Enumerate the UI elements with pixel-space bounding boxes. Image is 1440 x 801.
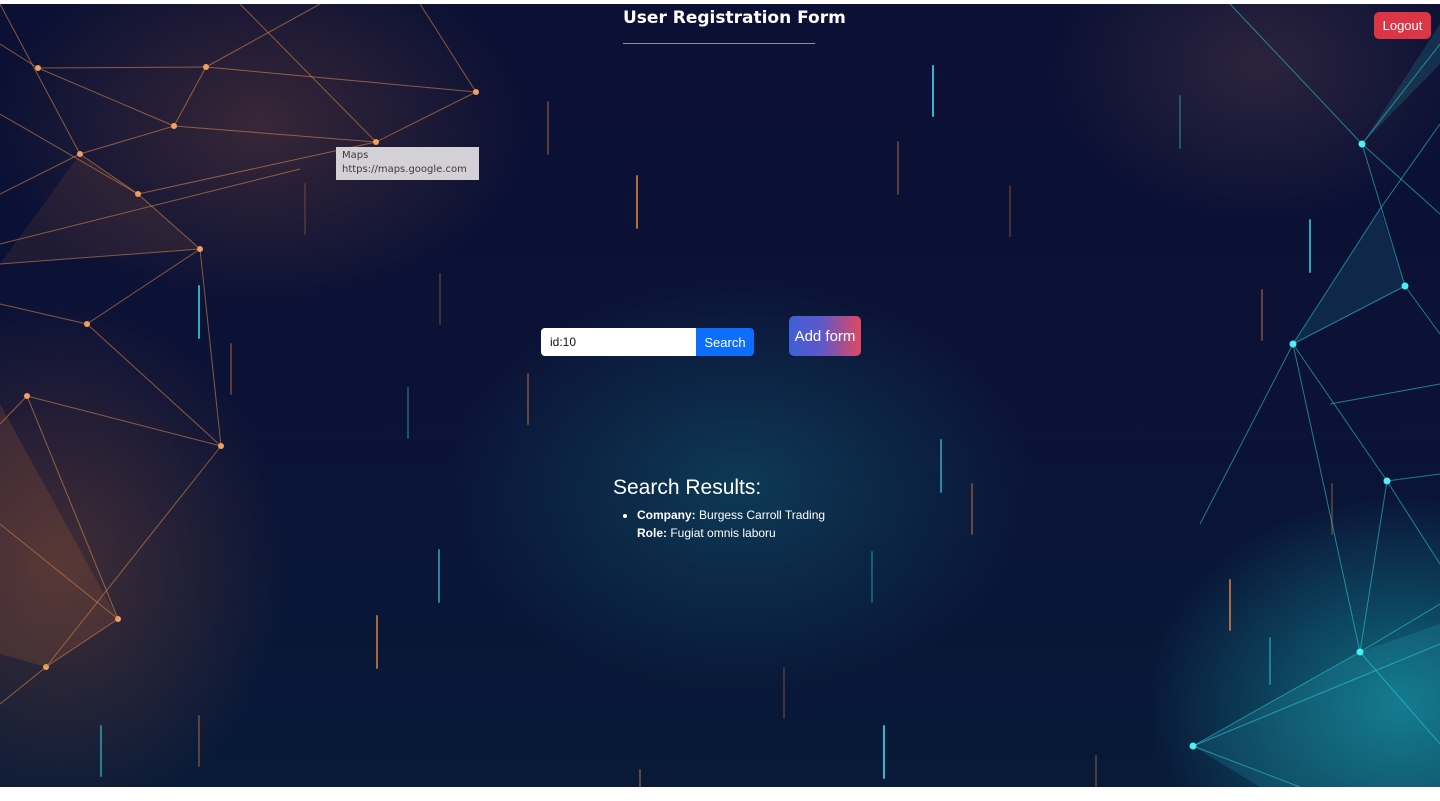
logout-button[interactable]: Logout: [1374, 12, 1431, 39]
search-results-list: Company: Burgess Carroll Trading Role: F…: [613, 506, 825, 542]
tooltip-title: Maps: [342, 150, 369, 161]
tooltip-url: https://maps.google.com: [342, 164, 467, 175]
search-results-heading: Search Results:: [613, 476, 762, 499]
search-bar: Search: [541, 328, 754, 356]
company-value: Burgess Carroll Trading: [699, 508, 826, 522]
role-value: Fugiat omnis laboru: [670, 526, 776, 540]
search-input[interactable]: [541, 328, 696, 356]
add-form-button[interactable]: Add form: [789, 316, 861, 356]
background-scene: User Registration Form Logout Maps https…: [0, 4, 1440, 787]
company-label: Company:: [637, 508, 696, 522]
page-title: User Registration Form: [623, 8, 846, 28]
title-divider: [623, 43, 815, 44]
result-item: Company: Burgess Carroll Trading Role: F…: [637, 506, 825, 542]
network-background-graphic: [0, 4, 1440, 787]
link-tooltip: Maps https://maps.google.com: [336, 147, 479, 180]
page-header: User Registration Form: [623, 4, 846, 44]
role-label: Role:: [637, 526, 667, 540]
search-results: Search Results: Company: Burgess Carroll…: [613, 474, 825, 542]
search-button[interactable]: Search: [696, 328, 754, 356]
